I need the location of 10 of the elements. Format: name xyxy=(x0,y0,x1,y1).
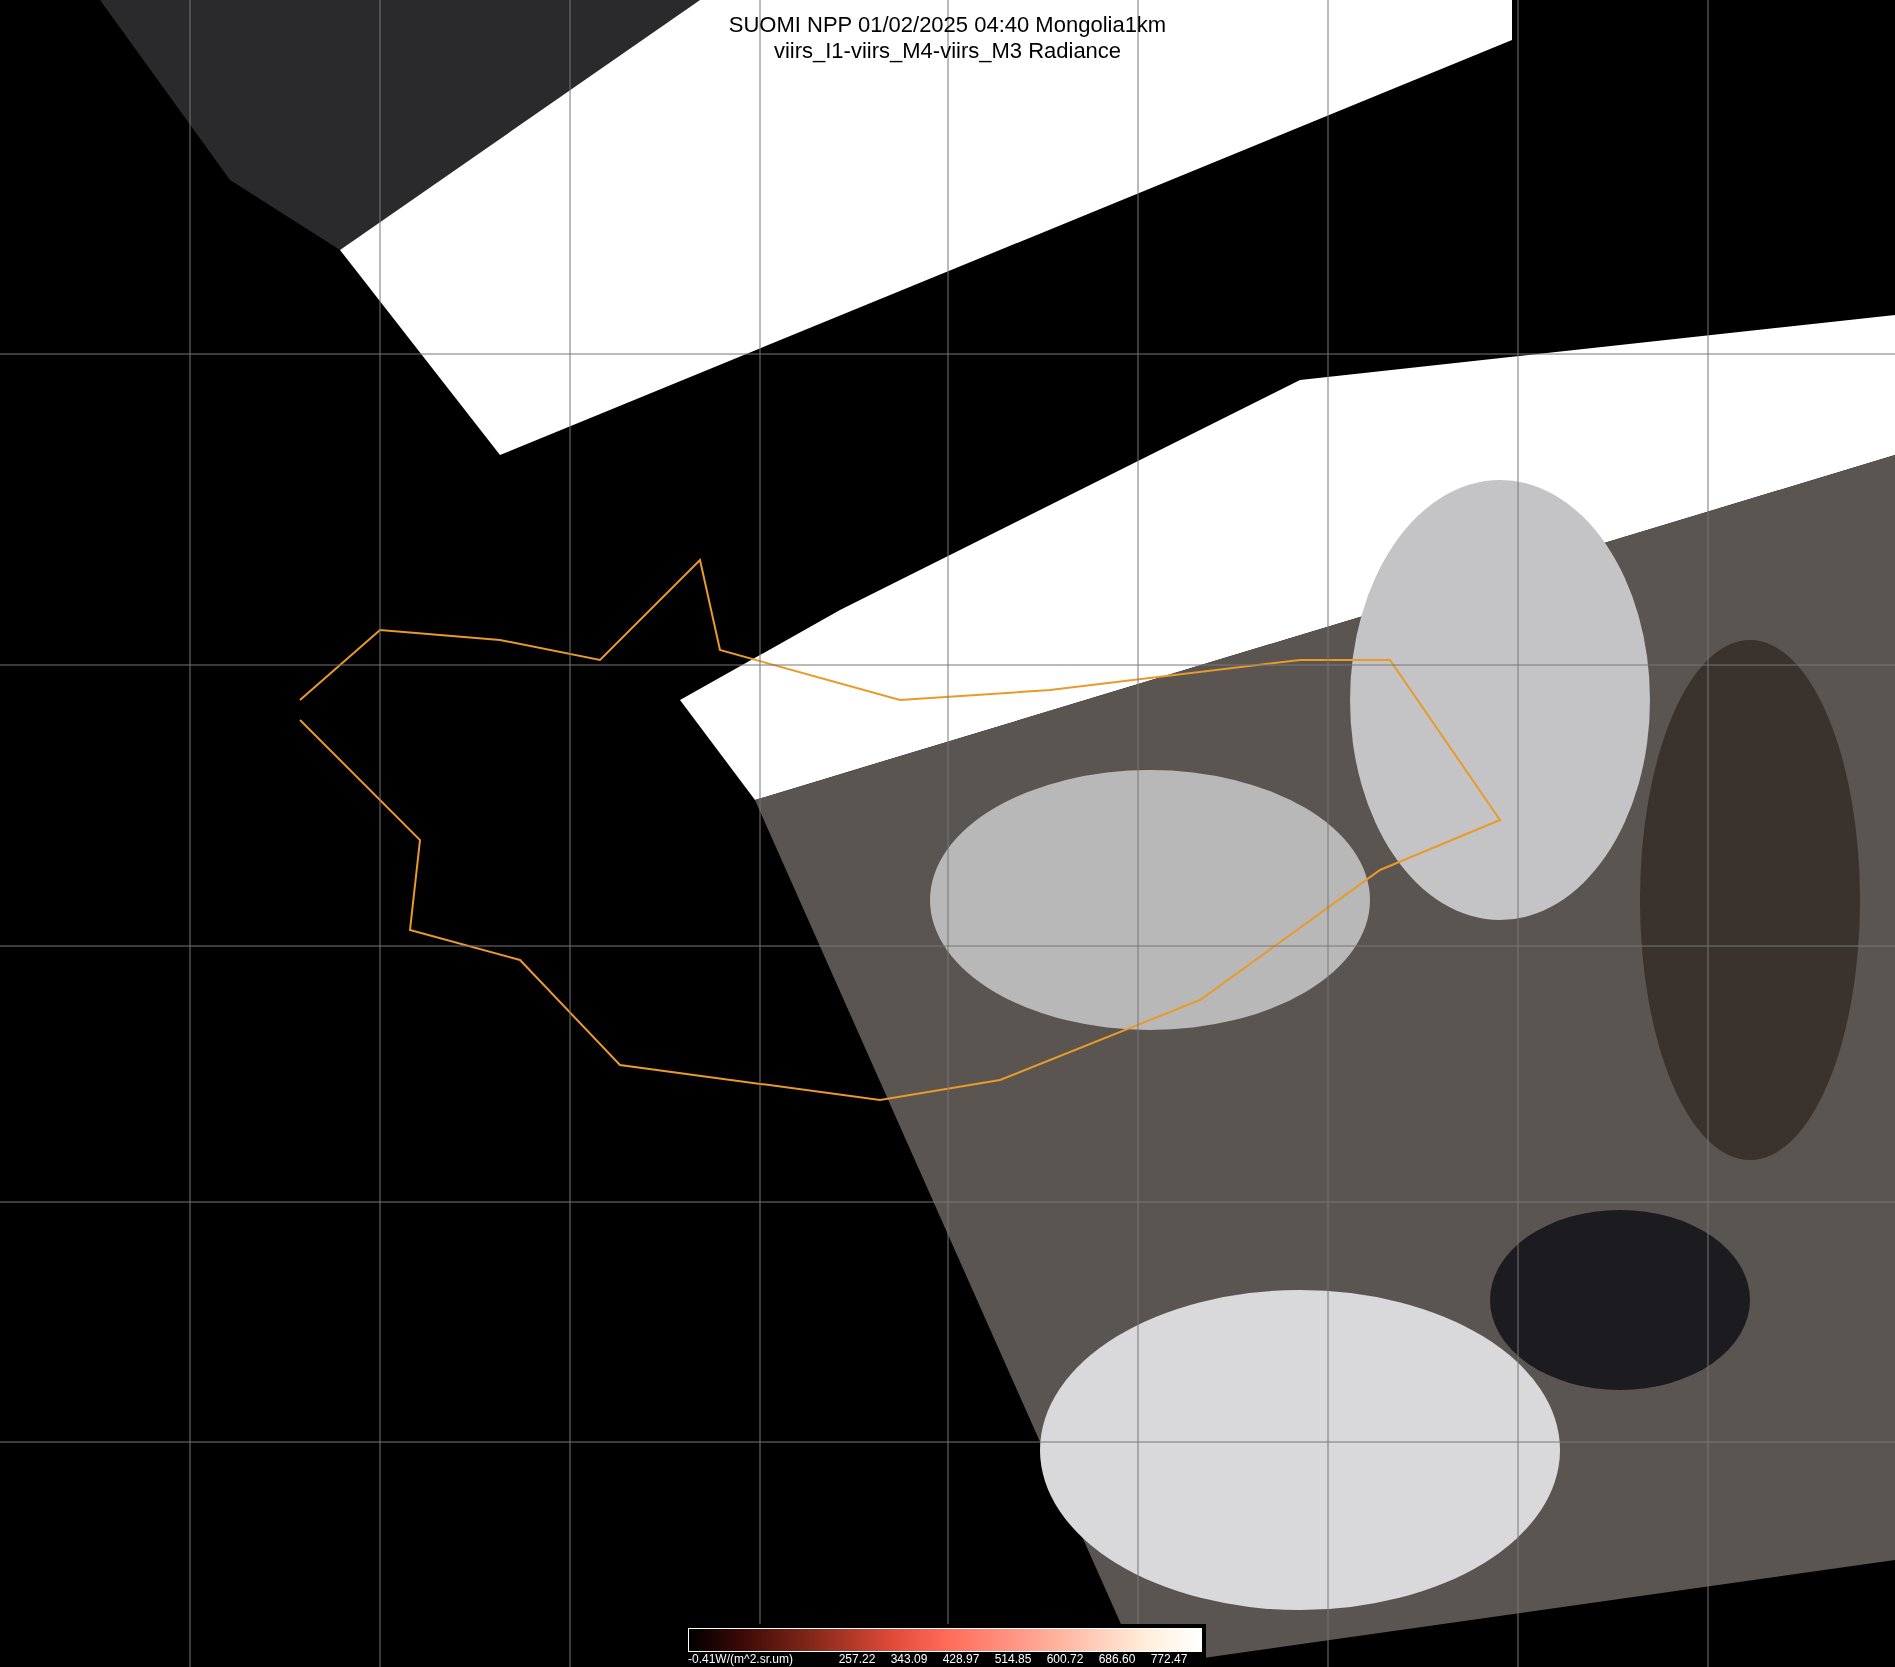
scale-label: 257.22 xyxy=(837,1652,877,1666)
scale-label: -0.41W/(m^2.sr.um) xyxy=(688,1652,794,1666)
map-title: SUOMI NPP 01/02/2025 04:40 Mongolia1km xyxy=(728,12,1167,38)
scale-label: 600.72 xyxy=(1045,1652,1085,1666)
scale-label: 686.60 xyxy=(1097,1652,1137,1666)
scale-label: 772.47 xyxy=(1149,1652,1189,1666)
scale-label: 428.97 xyxy=(941,1652,981,1666)
scale-label: 514.85 xyxy=(993,1652,1033,1666)
map-subtitle: viirs_I1-viirs_M4-viirs_M3 Radiance xyxy=(773,38,1122,64)
scale-label: 343.09 xyxy=(889,1652,929,1666)
